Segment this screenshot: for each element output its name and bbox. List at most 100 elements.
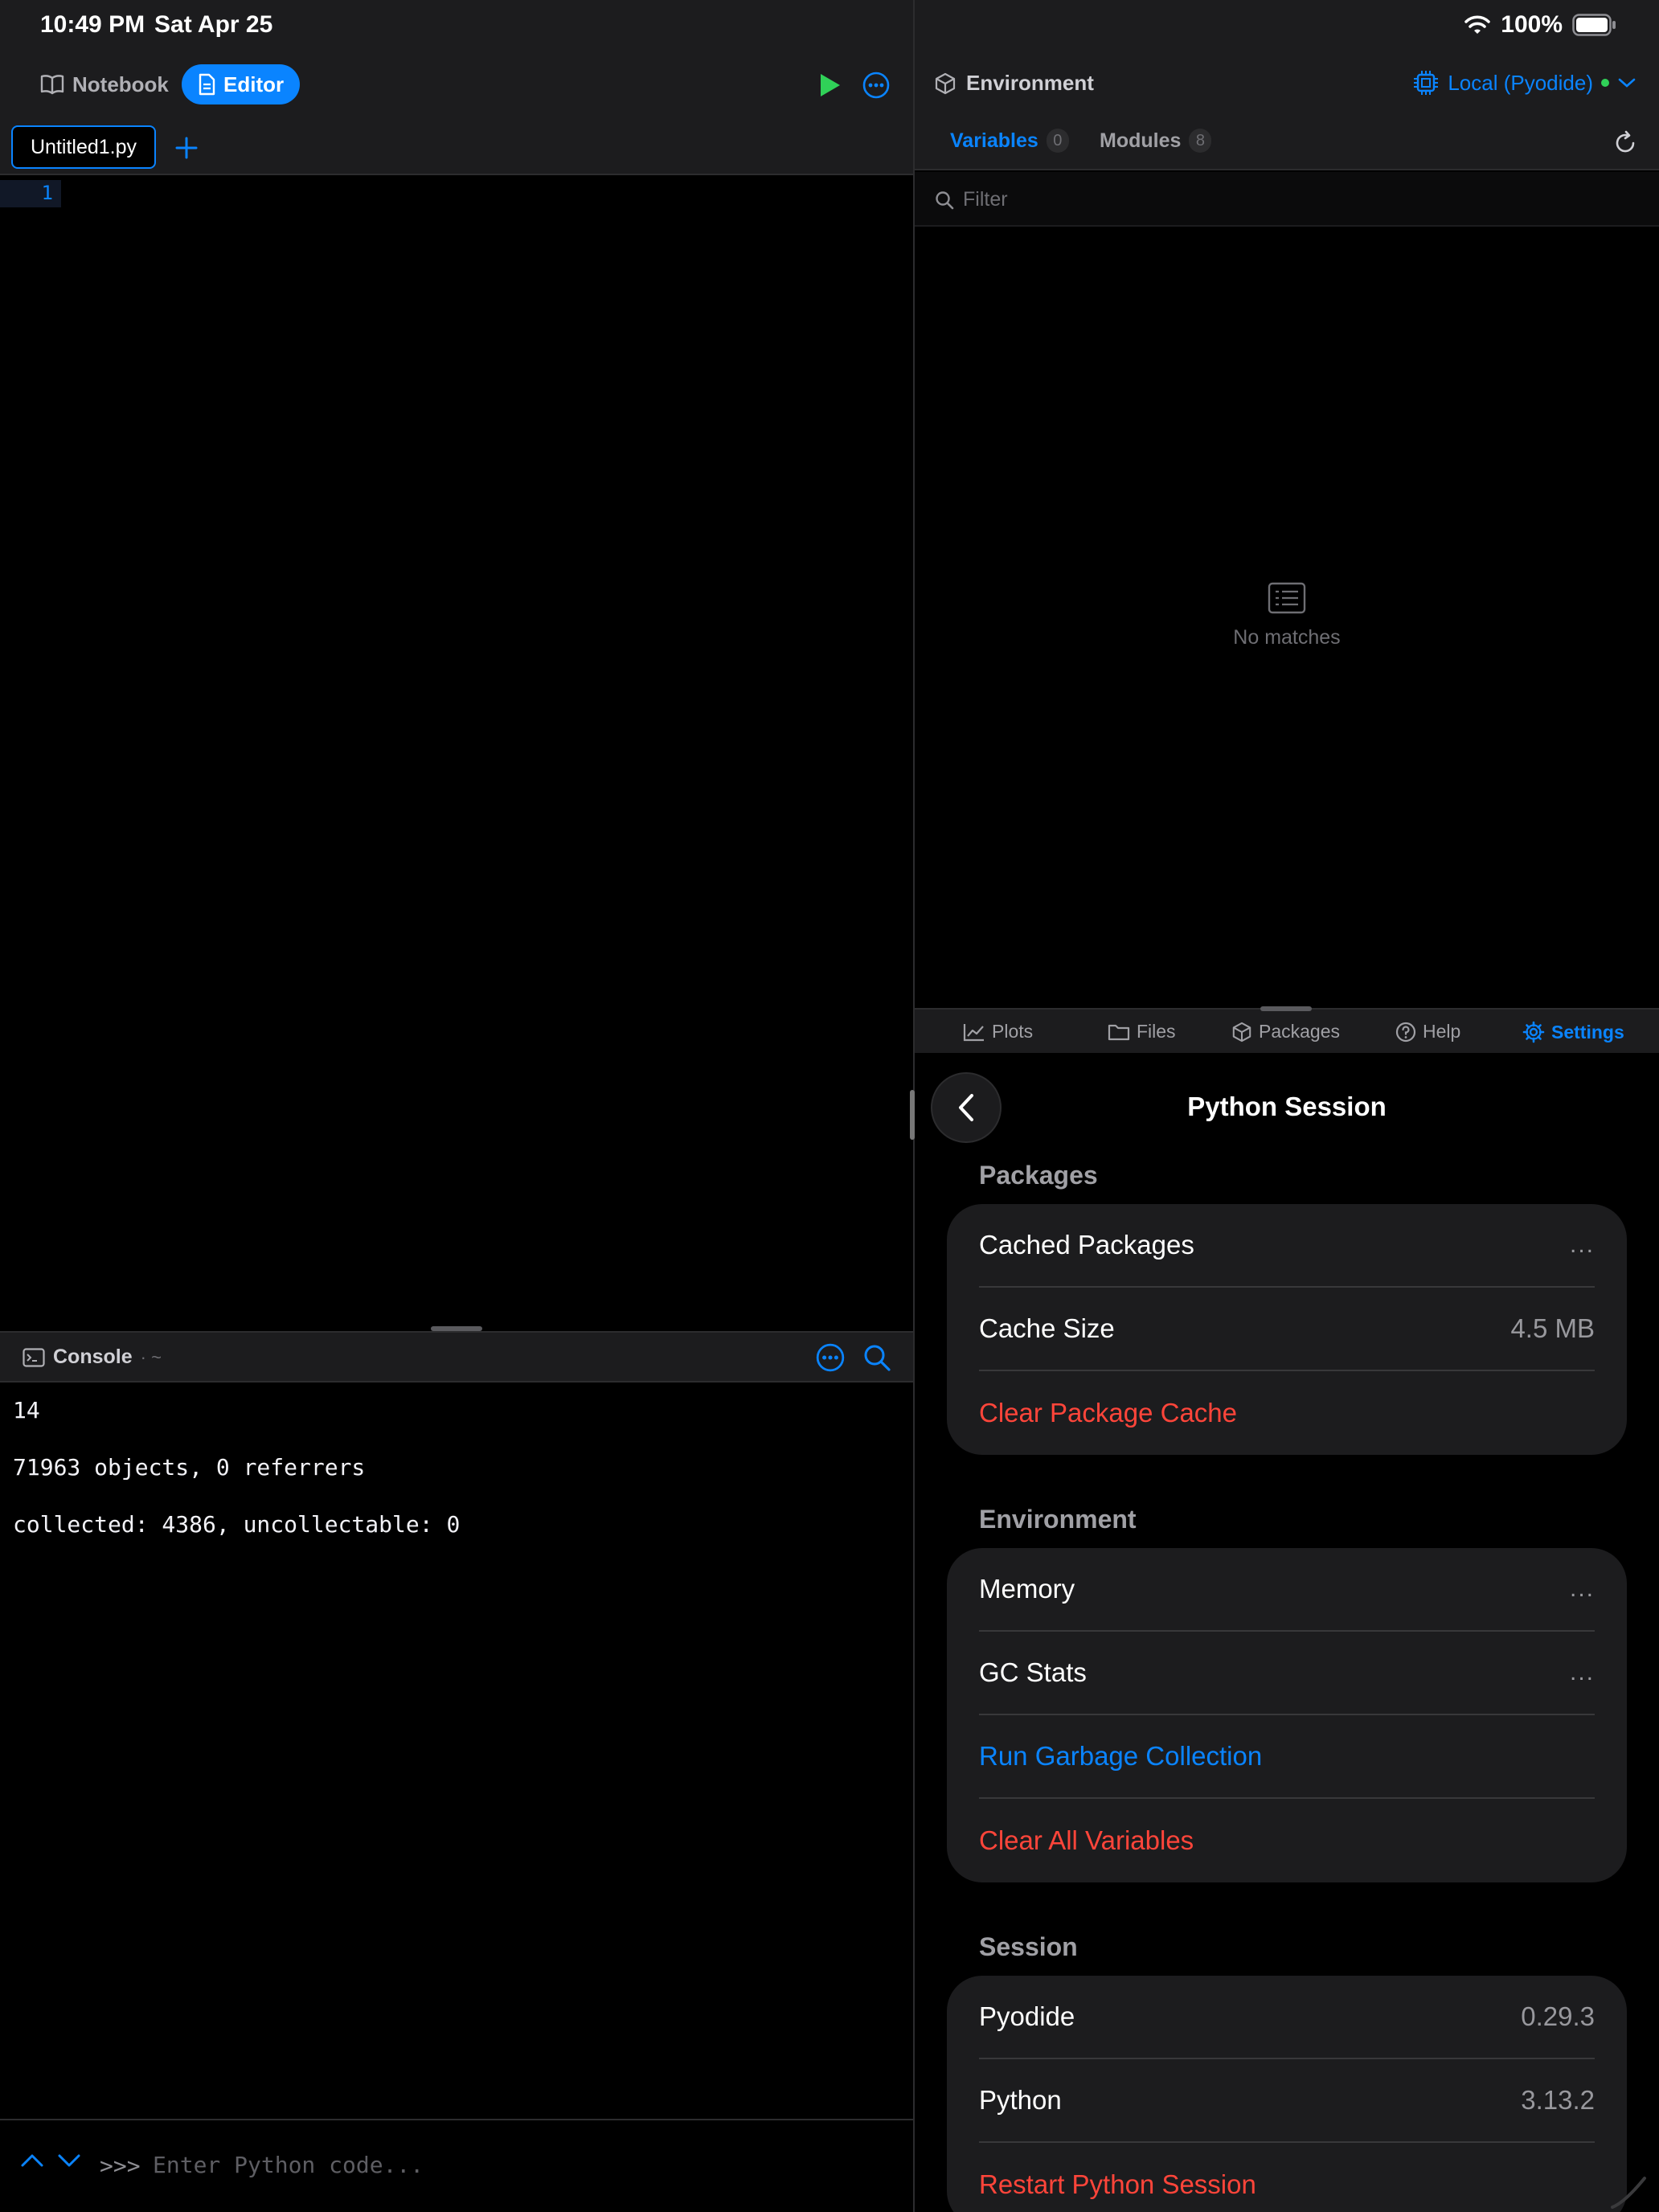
- cache-size-label: Cache Size: [979, 1313, 1115, 1343]
- cache-size-row: Cache Size 4.5 MB: [979, 1288, 1595, 1371]
- plus-icon: [170, 132, 203, 164]
- runtime-label: Local (Pyodide): [1448, 70, 1593, 95]
- memory-row[interactable]: Memory ...: [979, 1548, 1595, 1632]
- more-button[interactable]: [860, 69, 892, 101]
- terminal-icon: [23, 1347, 45, 1367]
- modules-count-badge: 8: [1189, 129, 1212, 153]
- tab-plots-label: Plots: [992, 1021, 1034, 1042]
- tab-help-label: Help: [1423, 1021, 1461, 1042]
- section-session: Session: [979, 1932, 1078, 1961]
- pyodide-row: Pyodide 0.29.3: [979, 1976, 1595, 2059]
- console-code-input[interactable]: [153, 2144, 876, 2185]
- console-output: 14 71963 objects, 0 referrers collected:…: [0, 1382, 913, 2119]
- status-time: 10:49 PM: [40, 11, 145, 38]
- section-environment: Environment: [979, 1505, 1137, 1534]
- document-icon: [198, 73, 215, 96]
- run-garbage-collection-button[interactable]: Run Garbage Collection: [979, 1715, 1595, 1799]
- console-search-button[interactable]: [862, 1342, 892, 1373]
- console-header: Console · ~: [0, 1331, 913, 1382]
- console-line: collected: 4386, uncollectable: 0: [13, 1511, 461, 1538]
- scroll-indicator-icon: [1609, 2173, 1649, 2209]
- tab-modules-label: Modules: [1100, 129, 1182, 152]
- section-packages: Packages: [979, 1161, 1098, 1190]
- question-circle-icon: [1395, 1022, 1416, 1043]
- environment-tabs: Variables 0 Modules 8: [915, 117, 1659, 170]
- tab-packages-label: Packages: [1259, 1021, 1341, 1042]
- gear-icon: [1522, 1021, 1545, 1043]
- history-down-button[interactable]: [56, 2151, 82, 2170]
- history-arrows: [19, 2151, 82, 2170]
- tab-variables[interactable]: Variables 0: [950, 129, 1069, 153]
- clear-package-cache-button[interactable]: Clear Package Cache: [979, 1371, 1595, 1455]
- filter-input[interactable]: [963, 182, 1622, 217]
- folder-icon: [1108, 1022, 1130, 1042]
- environment-label: Environment: [966, 71, 1094, 95]
- battery-icon: [1572, 14, 1617, 36]
- python-row: Python 3.13.2: [979, 2059, 1595, 2143]
- console-line: 14: [13, 1397, 40, 1423]
- book-icon: [40, 74, 64, 95]
- cache-size-value: 4.5 MB: [1510, 1313, 1595, 1343]
- cpu-icon: [1412, 69, 1440, 96]
- status-date: Sat Apr 25: [154, 11, 273, 38]
- ellipsis-circle-icon: [815, 1342, 846, 1373]
- tab-modules[interactable]: Modules 8: [1100, 129, 1212, 153]
- notebook-mode-button[interactable]: Notebook: [24, 64, 185, 104]
- clear-all-variables-button[interactable]: Clear All Variables: [979, 1799, 1595, 1882]
- settings-panel: Python Session Packages Cached Packages …: [915, 1055, 1659, 2212]
- pyodide-label: Pyodide: [979, 2001, 1075, 2031]
- runtime-status-dot: [1601, 79, 1609, 87]
- run-button[interactable]: [813, 69, 846, 101]
- history-up-button[interactable]: [19, 2151, 45, 2170]
- packages-group: Cached Packages ... Cache Size 4.5 MB Cl…: [947, 1204, 1627, 1455]
- refresh-button[interactable]: [1612, 130, 1638, 156]
- code-editor[interactable]: 1: [0, 175, 913, 1328]
- runtime-selector[interactable]: Local (Pyodide): [1412, 69, 1636, 96]
- tab-help[interactable]: Help: [1395, 1021, 1460, 1043]
- console-path: · ~: [140, 1346, 162, 1367]
- variables-count-badge: 0: [1046, 129, 1069, 153]
- tab-packages[interactable]: Packages: [1231, 1021, 1340, 1043]
- console-title-group: Console · ~: [23, 1346, 162, 1369]
- cached-packages-label: Cached Packages: [979, 1230, 1194, 1260]
- tab-settings-label: Settings: [1551, 1021, 1624, 1043]
- empty-state-text: No matches: [1233, 626, 1341, 649]
- restart-python-session-button[interactable]: Restart Python Session: [979, 2143, 1595, 2212]
- panel-resize-handle[interactable]: [1260, 1006, 1312, 1011]
- cube-icon: [1231, 1022, 1252, 1043]
- wifi-icon: [1464, 14, 1491, 35]
- session-group: Pyodide 0.29.3 Python 3.13.2 Restart Pyt…: [947, 1976, 1627, 2212]
- environment-group: Memory ... GC Stats ... Run Garbage Coll…: [947, 1548, 1627, 1882]
- tab-settings[interactable]: Settings: [1522, 1021, 1624, 1043]
- chart-icon: [963, 1022, 985, 1042]
- python-label: Python: [979, 2085, 1062, 2115]
- console-prompt: >>>: [100, 2153, 141, 2179]
- gc-stats-more: ...: [1569, 1659, 1595, 1686]
- play-icon: [817, 72, 842, 98]
- console-line: 71963 objects, 0 referrers: [13, 1454, 366, 1481]
- status-right: 100%: [1464, 11, 1617, 39]
- search-icon: [934, 190, 955, 211]
- memory-label: Memory: [979, 1574, 1075, 1604]
- left-pane: Notebook Editor Untitled1.py 1 Console ·…: [0, 51, 913, 2212]
- empty-state: No matches: [915, 582, 1659, 649]
- cube-icon: [934, 72, 956, 95]
- tab-files-label: Files: [1137, 1021, 1176, 1042]
- notebook-label: Notebook: [72, 72, 169, 96]
- python-version: 3.13.2: [1521, 2085, 1595, 2115]
- tab-plots[interactable]: Plots: [963, 1021, 1033, 1043]
- console-more-button[interactable]: [815, 1342, 846, 1373]
- file-tab-untitled1[interactable]: Untitled1.py: [11, 125, 157, 169]
- gc-stats-row[interactable]: GC Stats ...: [979, 1632, 1595, 1715]
- console-input-bar: >>>: [0, 2119, 913, 2212]
- cached-packages-more: ...: [1569, 1231, 1595, 1258]
- editor-mode-button[interactable]: Editor: [182, 64, 301, 104]
- cached-packages-row[interactable]: Cached Packages ...: [979, 1204, 1595, 1288]
- battery-percent: 100%: [1501, 11, 1563, 38]
- tab-files[interactable]: Files: [1108, 1021, 1176, 1043]
- right-pane: Environment Local (Pyodide) Variables 0 …: [915, 51, 1659, 2212]
- pyodide-version: 0.29.3: [1521, 2001, 1595, 2031]
- add-tab-button[interactable]: [170, 132, 203, 164]
- filter-bar: [915, 172, 1659, 227]
- tab-variables-label: Variables: [950, 129, 1038, 152]
